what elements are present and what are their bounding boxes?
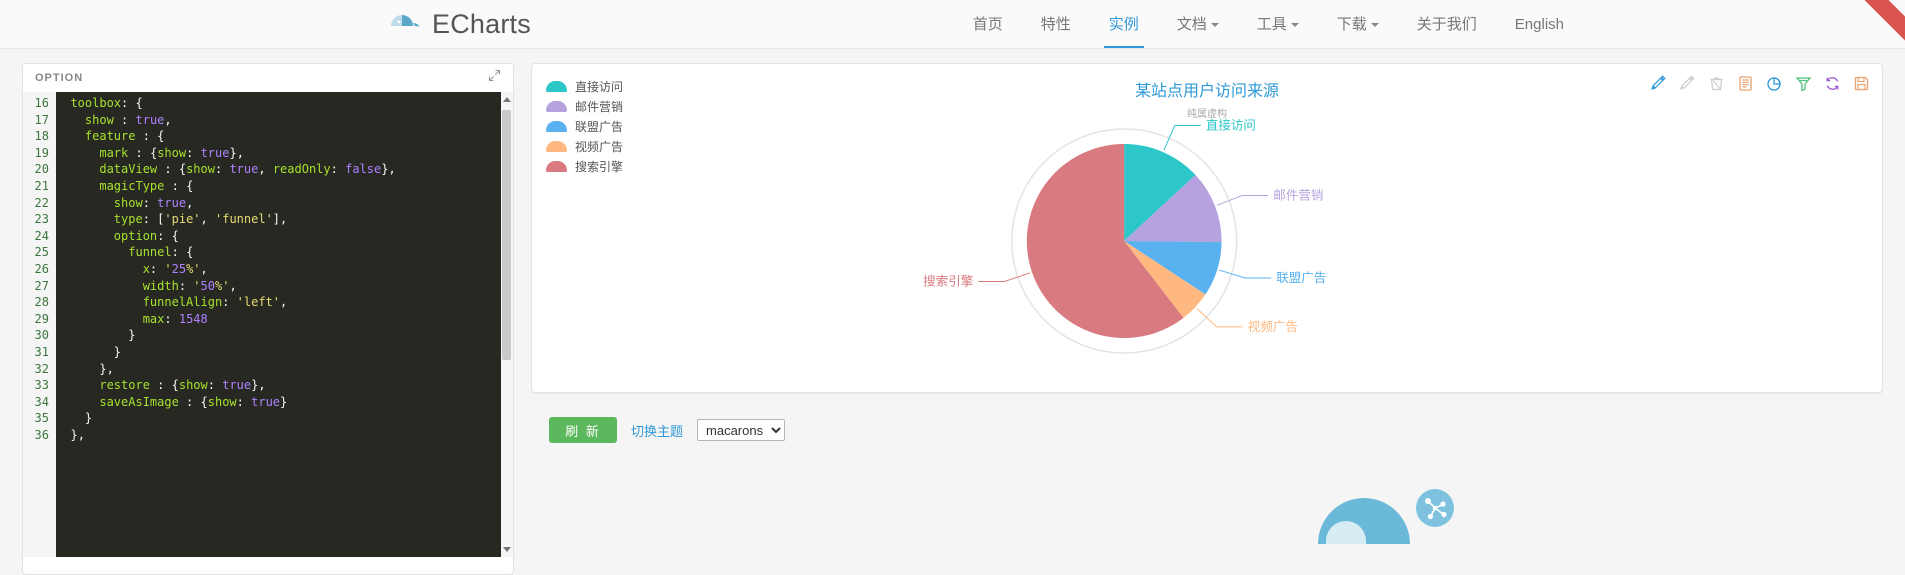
pie-label-leader-line <box>1196 308 1243 328</box>
line-number: 24 <box>34 228 49 243</box>
main-content: OPTION 16 17 18 19 20 21 22 23 24 25 26 27 28 29 30 31 3… <box>0 49 1905 575</box>
line-number: 27 <box>34 278 49 293</box>
code-line[interactable]: magicType : { <box>56 178 513 195</box>
code-line[interactable]: feature : { <box>56 128 513 145</box>
pie-slice-label: 邮件营销 <box>1273 189 1323 203</box>
code-line[interactable]: } <box>56 344 513 361</box>
nav-item-english[interactable]: English <box>1496 1 1583 48</box>
line-number: 36 <box>34 427 49 442</box>
editor-scrollbar[interactable] <box>501 92 513 557</box>
pie-slice-label: 直接访问 <box>1206 118 1256 133</box>
code-line[interactable]: funnelAlign: 'left', <box>56 294 513 311</box>
code-editor[interactable]: 16 17 18 19 20 21 22 23 24 25 26 27 28 29 30 31 32 33 34 35… <box>23 92 513 557</box>
line-number: 17 <box>34 112 49 127</box>
code-line[interactable]: restore : {show: true}, <box>56 377 513 394</box>
molecule-icon[interactable] <box>1416 489 1454 527</box>
nav-item-home[interactable]: 首页 <box>954 1 1022 48</box>
line-number: 16 <box>34 96 49 110</box>
editor-title: OPTION <box>35 72 84 84</box>
echarts-whale-logo-icon <box>388 7 422 41</box>
nav-item-examples[interactable]: 实例 <box>1090 1 1158 48</box>
site-header: ECharts 首页 特性 实例 文档 工具 下载 关于我们 English <box>0 0 1905 58</box>
code-line[interactable]: toolbox: { <box>56 95 513 112</box>
code-line[interactable]: funnel: { <box>56 244 513 261</box>
line-number: 18 <box>34 129 49 144</box>
code-line[interactable]: option: { <box>56 228 513 245</box>
line-number: 35 <box>34 411 49 426</box>
code-line[interactable]: max: 1548 <box>56 311 513 328</box>
line-number: 21 <box>34 178 49 193</box>
code-line[interactable]: x: '25%', <box>56 261 513 278</box>
code-area[interactable]: toolbox: { show : true, feature : { mark… <box>56 92 513 557</box>
brand[interactable]: ECharts <box>388 7 531 41</box>
chevron-down-icon <box>1210 22 1219 27</box>
line-number: 29 <box>34 311 49 326</box>
code-line[interactable]: show : true, <box>56 112 513 129</box>
pie-label-leader-line <box>978 272 1031 283</box>
nav-item-about[interactable]: 关于我们 <box>1398 1 1496 48</box>
pie-slice-label: 视频广告 <box>1248 319 1298 334</box>
pie-chart[interactable]: 直接访问邮件营销联盟广告视频广告搜索引擎 某站点用户访问来源 纯属虚构 <box>532 64 1882 392</box>
line-number: 19 <box>34 145 49 160</box>
chevron-down-icon <box>1370 22 1379 27</box>
scroll-up-arrow-icon[interactable] <box>503 97 511 102</box>
switch-theme-label[interactable]: 切换主题 <box>631 421 683 440</box>
code-line[interactable]: saveAsImage : {show: true} <box>56 394 513 411</box>
code-line[interactable]: } <box>56 410 513 427</box>
pie-label-leader-line <box>1163 124 1201 151</box>
code-line[interactable]: show: true, <box>56 195 513 212</box>
main-nav: 首页 特性 实例 文档 工具 下载 关于我们 English <box>954 1 1583 48</box>
nav-item-features[interactable]: 特性 <box>1022 1 1090 48</box>
pie-slice-label: 搜索引擎 <box>923 275 973 289</box>
nav-item-download[interactable]: 下载 <box>1318 1 1398 48</box>
refresh-button[interactable]: 刷 新 <box>549 417 617 443</box>
chevron-down-icon <box>1290 22 1299 27</box>
line-number: 25 <box>34 245 49 260</box>
pie-label-leader-line <box>1216 195 1269 206</box>
line-number-gutter: 16 17 18 19 20 21 22 23 24 25 26 27 28 29 30 31 32 33 34 35… <box>23 92 56 557</box>
code-line[interactable]: }, <box>56 427 513 444</box>
line-number: 34 <box>34 394 49 409</box>
theme-select[interactable]: macaronsinfographicshineromadefault <box>697 419 786 441</box>
brand-name: ECharts <box>432 8 531 39</box>
pie-slice-label: 联盟广告 <box>1276 271 1326 285</box>
line-number: 22 <box>34 195 49 210</box>
code-line[interactable]: } <box>56 327 513 344</box>
expand-arrows-icon[interactable] <box>488 69 501 87</box>
decor-dome-inner-shape <box>1326 521 1366 544</box>
scrollbar-thumb[interactable] <box>502 110 511 360</box>
pie-label-leader-line <box>1219 269 1272 279</box>
scroll-down-arrow-icon[interactable] <box>503 547 511 552</box>
code-line[interactable]: width: '50%', <box>56 278 513 295</box>
chart-panel: 直接访问邮件营销联盟广告视频广告搜索引擎 某站点用户访问来源 纯属虚构 <box>531 63 1883 393</box>
line-number: 28 <box>34 295 49 310</box>
line-number: 26 <box>34 261 49 276</box>
editor-header: OPTION <box>23 64 513 92</box>
pie-graphic: 直接访问邮件营销联盟广告视频广告 搜索引擎 <box>532 64 1882 392</box>
line-number: 31 <box>34 344 49 359</box>
chart-controls: 刷 新 切换主题 macaronsinfographicshineromadef… <box>549 417 1883 443</box>
line-number: 23 <box>34 212 49 227</box>
nav-item-tools[interactable]: 工具 <box>1238 1 1318 48</box>
nav-item-docs[interactable]: 文档 <box>1158 1 1238 48</box>
line-number: 33 <box>34 378 49 393</box>
code-line[interactable]: type: ['pie', 'funnel'], <box>56 211 513 228</box>
github-corner-ribbon[interactable] <box>1843 0 1905 62</box>
option-editor-panel: OPTION 16 17 18 19 20 21 22 23 24 25 26 27 28 29 30 31 3… <box>22 63 514 575</box>
code-line[interactable]: }, <box>56 361 513 378</box>
line-number: 32 <box>34 361 49 376</box>
code-line[interactable]: dataView : {show: true, readOnly: false}… <box>56 161 513 178</box>
line-number: 20 <box>34 162 49 177</box>
code-line[interactable]: mark : {show: true}, <box>56 145 513 162</box>
line-number: 30 <box>34 328 49 343</box>
